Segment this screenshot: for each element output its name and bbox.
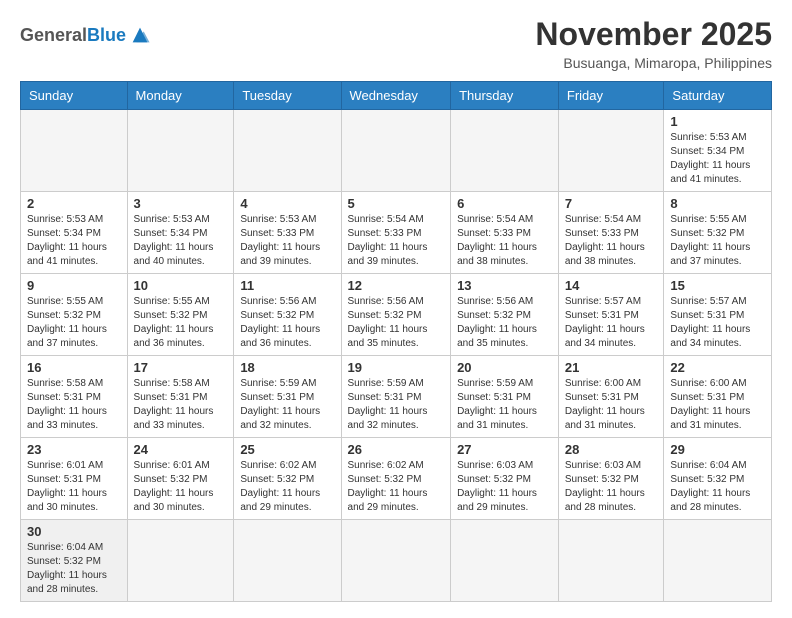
day-20: 20 Sunrise: 5:59 AMSunset: 5:31 PMDaylig… (451, 356, 559, 438)
day-5: 5 Sunrise: 5:54 AMSunset: 5:33 PMDayligh… (341, 192, 451, 274)
header-friday: Friday (558, 82, 664, 110)
day-25: 25 Sunrise: 6:02 AMSunset: 5:32 PMDaylig… (234, 438, 341, 520)
header-wednesday: Wednesday (341, 82, 451, 110)
empty-cell (451, 520, 559, 602)
day-1: 1 Sunrise: 5:53 AMSunset: 5:34 PMDayligh… (664, 110, 772, 192)
day-6: 6 Sunrise: 5:54 AMSunset: 5:33 PMDayligh… (451, 192, 559, 274)
day-28: 28 Sunrise: 6:03 AMSunset: 5:32 PMDaylig… (558, 438, 664, 520)
logo-blue-text: Blue (87, 25, 126, 46)
header-monday: Monday (127, 82, 234, 110)
day-2: 2 Sunrise: 5:53 AMSunset: 5:34 PMDayligh… (21, 192, 128, 274)
month-title: November 2025 (535, 16, 772, 53)
day-10: 10 Sunrise: 5:55 AMSunset: 5:32 PMDaylig… (127, 274, 234, 356)
table-row: 23 Sunrise: 6:01 AMSunset: 5:31 PMDaylig… (21, 438, 772, 520)
day-7: 7 Sunrise: 5:54 AMSunset: 5:33 PMDayligh… (558, 192, 664, 274)
table-row: 30 Sunrise: 6:04 AMSunset: 5:32 PMDaylig… (21, 520, 772, 602)
day-19: 19 Sunrise: 5:59 AMSunset: 5:31 PMDaylig… (341, 356, 451, 438)
empty-cell (558, 520, 664, 602)
day-14: 14 Sunrise: 5:57 AMSunset: 5:31 PMDaylig… (558, 274, 664, 356)
day-26: 26 Sunrise: 6:02 AMSunset: 5:32 PMDaylig… (341, 438, 451, 520)
day-16: 16 Sunrise: 5:58 AMSunset: 5:31 PMDaylig… (21, 356, 128, 438)
table-row: 9 Sunrise: 5:55 AMSunset: 5:32 PMDayligh… (21, 274, 772, 356)
day-23: 23 Sunrise: 6:01 AMSunset: 5:31 PMDaylig… (21, 438, 128, 520)
empty-cell (341, 110, 451, 192)
calendar-table: Sunday Monday Tuesday Wednesday Thursday… (20, 81, 772, 602)
table-row: 2 Sunrise: 5:53 AMSunset: 5:34 PMDayligh… (21, 192, 772, 274)
empty-cell (127, 110, 234, 192)
logo-general-text: General (20, 25, 87, 46)
day-17: 17 Sunrise: 5:58 AMSunset: 5:31 PMDaylig… (127, 356, 234, 438)
location-text: Busuanga, Mimaropa, Philippines (535, 55, 772, 71)
table-row: 1 Sunrise: 5:53 AMSunset: 5:34 PMDayligh… (21, 110, 772, 192)
title-area: November 2025 Busuanga, Mimaropa, Philip… (535, 16, 772, 71)
day-15: 15 Sunrise: 5:57 AMSunset: 5:31 PMDaylig… (664, 274, 772, 356)
empty-cell (341, 520, 451, 602)
day-13: 13 Sunrise: 5:56 AMSunset: 5:32 PMDaylig… (451, 274, 559, 356)
empty-cell (664, 520, 772, 602)
day-30: 30 Sunrise: 6:04 AMSunset: 5:32 PMDaylig… (21, 520, 128, 602)
logo-icon (129, 24, 151, 46)
empty-cell (234, 110, 341, 192)
empty-cell (451, 110, 559, 192)
empty-cell (558, 110, 664, 192)
day-8: 8 Sunrise: 5:55 AMSunset: 5:32 PMDayligh… (664, 192, 772, 274)
header-tuesday: Tuesday (234, 82, 341, 110)
page-header: General Blue November 2025 Busuanga, Mim… (20, 16, 772, 71)
header-sunday: Sunday (21, 82, 128, 110)
empty-cell (234, 520, 341, 602)
header-thursday: Thursday (451, 82, 559, 110)
empty-cell (127, 520, 234, 602)
logo: General Blue (20, 24, 151, 46)
day-11: 11 Sunrise: 5:56 AMSunset: 5:32 PMDaylig… (234, 274, 341, 356)
day-27: 27 Sunrise: 6:03 AMSunset: 5:32 PMDaylig… (451, 438, 559, 520)
day-4: 4 Sunrise: 5:53 AMSunset: 5:33 PMDayligh… (234, 192, 341, 274)
day-21: 21 Sunrise: 6:00 AMSunset: 5:31 PMDaylig… (558, 356, 664, 438)
day-9: 9 Sunrise: 5:55 AMSunset: 5:32 PMDayligh… (21, 274, 128, 356)
day-29: 29 Sunrise: 6:04 AMSunset: 5:32 PMDaylig… (664, 438, 772, 520)
day-18: 18 Sunrise: 5:59 AMSunset: 5:31 PMDaylig… (234, 356, 341, 438)
day-22: 22 Sunrise: 6:00 AMSunset: 5:31 PMDaylig… (664, 356, 772, 438)
day-3: 3 Sunrise: 5:53 AMSunset: 5:34 PMDayligh… (127, 192, 234, 274)
weekday-header-row: Sunday Monday Tuesday Wednesday Thursday… (21, 82, 772, 110)
table-row: 16 Sunrise: 5:58 AMSunset: 5:31 PMDaylig… (21, 356, 772, 438)
header-saturday: Saturday (664, 82, 772, 110)
day-24: 24 Sunrise: 6:01 AMSunset: 5:32 PMDaylig… (127, 438, 234, 520)
empty-cell (21, 110, 128, 192)
day-12: 12 Sunrise: 5:56 AMSunset: 5:32 PMDaylig… (341, 274, 451, 356)
